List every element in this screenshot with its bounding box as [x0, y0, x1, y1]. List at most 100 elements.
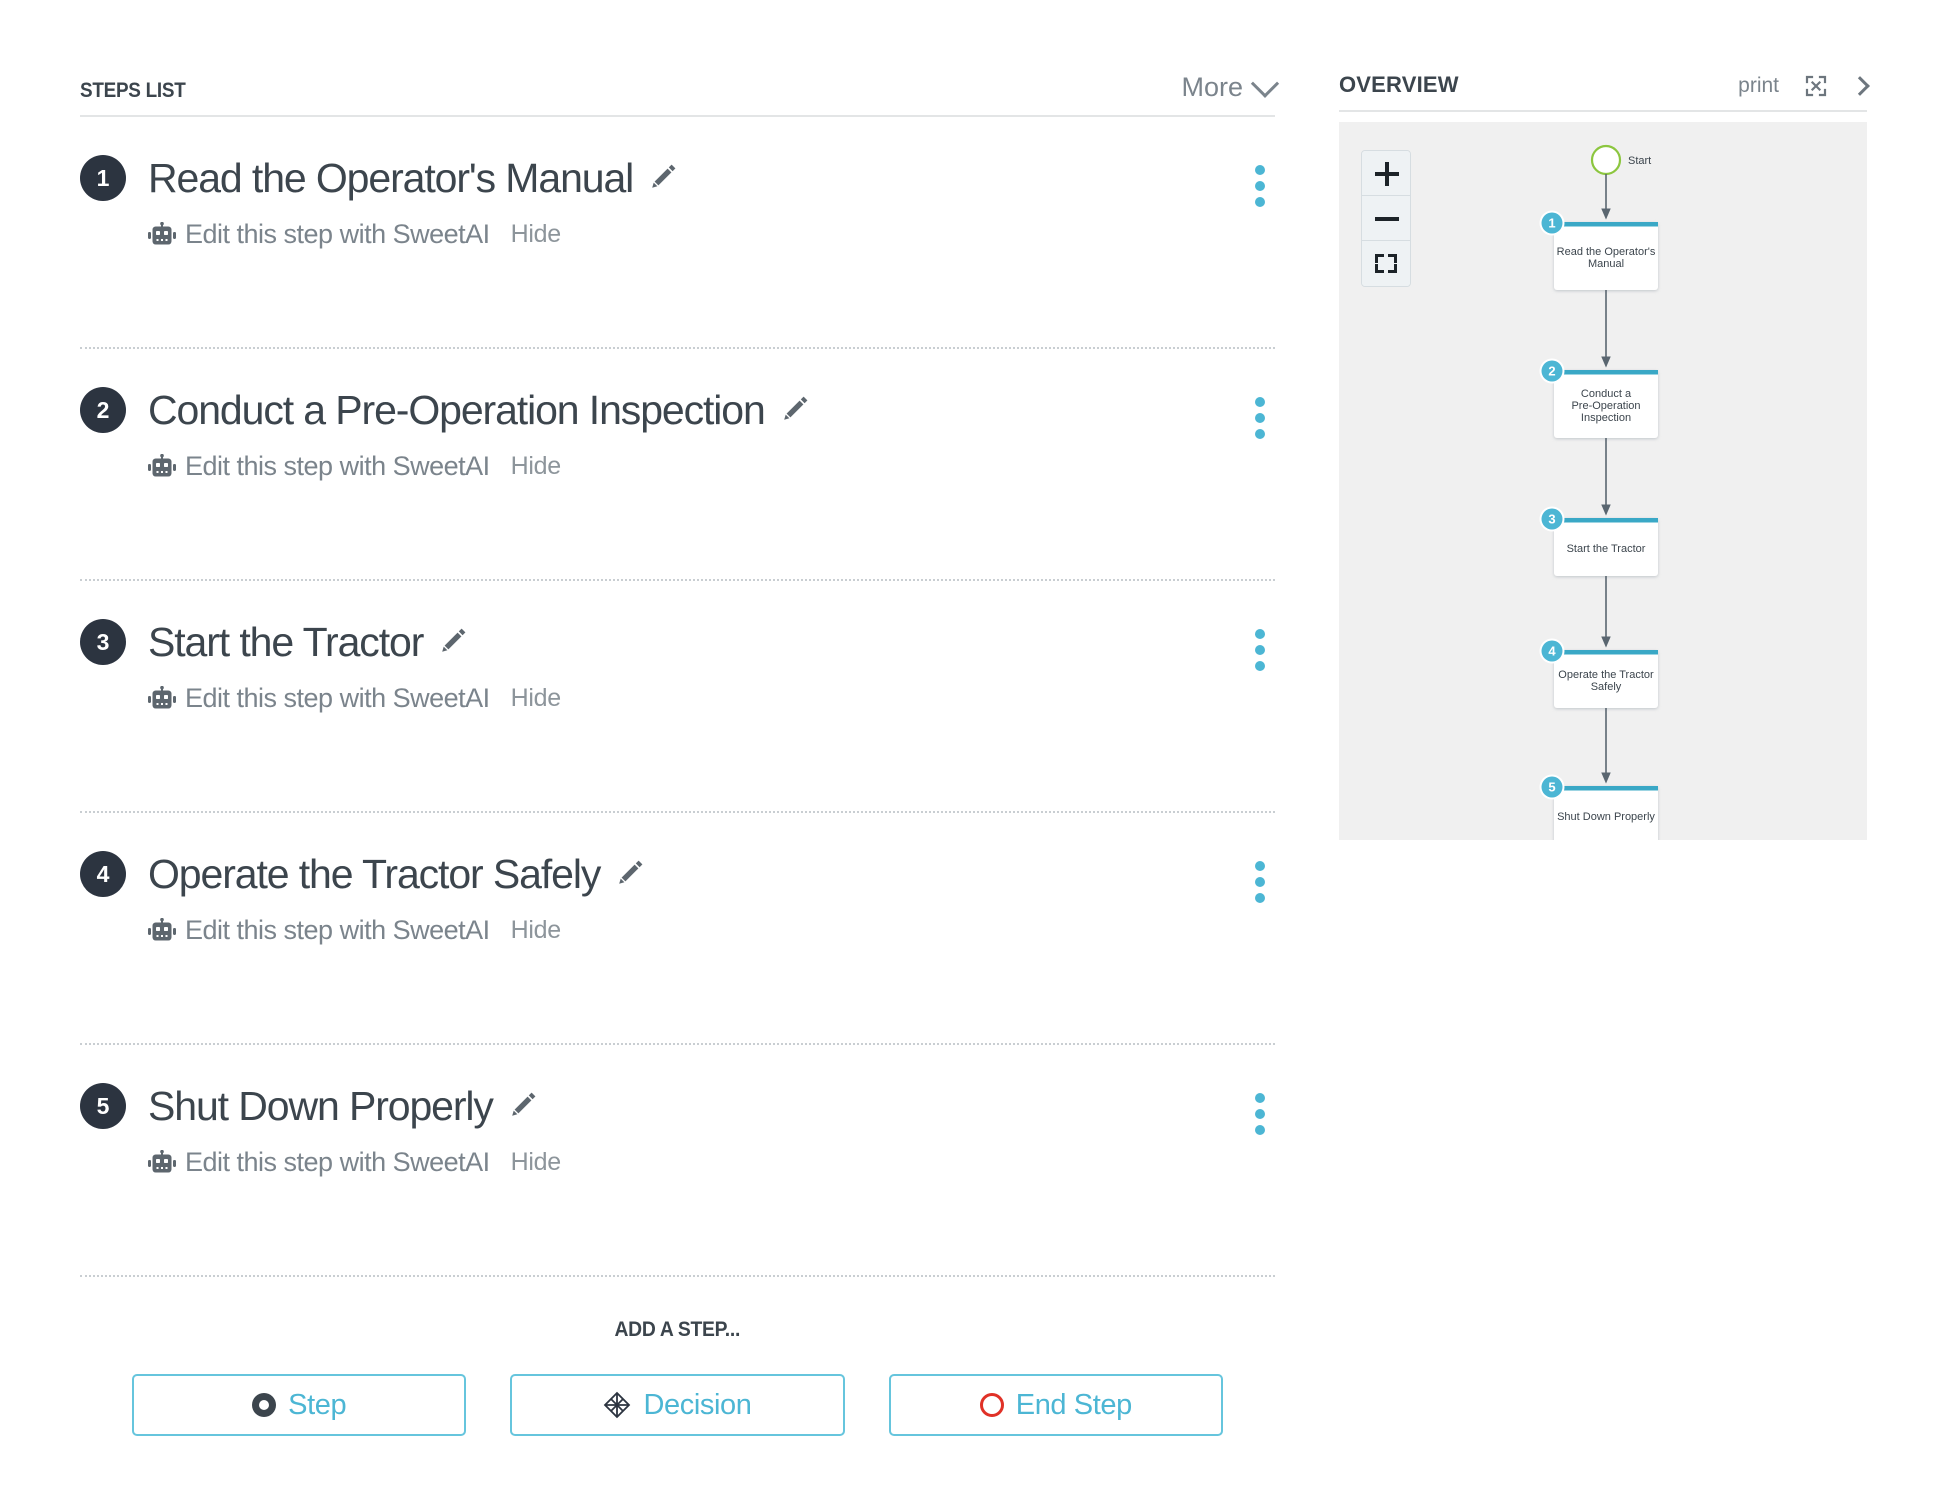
diamond-icon-svg [604, 1391, 631, 1419]
flow-start-node [1590, 144, 1622, 176]
edit-with-sweetai-link[interactable]: Edit this step with SweetAI [185, 1147, 490, 1178]
pencil-icon[interactable] [439, 625, 469, 660]
flow-node-label: Read the Operator's [1557, 246, 1656, 258]
fullscreen-expand-icon[interactable] [1805, 75, 1827, 97]
flow-node: 4Operate the TractorSafely [1539, 638, 1658, 708]
app-root: STEPS LIST More 1 Read the Operator's Man… [0, 0, 1952, 1494]
hide-link[interactable]: Hide [511, 452, 562, 481]
overview-panel: OVERVIEW print Start 1 Read the Operator… [1339, 72, 1870, 840]
flow-node-label: Shut Down Properly [1557, 811, 1655, 823]
step-row: 5 Shut Down Properly Edit this step with S… [80, 1045, 1275, 1277]
edit-with-sweetai-link[interactable]: Edit this step with SweetAI [185, 451, 490, 482]
add-step-button[interactable]: Step [132, 1374, 467, 1436]
step-title: Conduct a Pre-Operation Inspection [148, 386, 766, 433]
pencil-icon[interactable] [616, 857, 646, 892]
flowchart-diagram[interactable]: Start 1 Read the Operator'sManual 2 Conduct … [1339, 122, 1867, 840]
fit-to-screen-button[interactable] [1362, 241, 1410, 286]
pencil-icon[interactable] [509, 1089, 539, 1124]
flow-node-number: 4 [1548, 644, 1556, 659]
add-step-title: ADD A STEP... [614, 1318, 741, 1341]
step-sweetai-row: Edit this step with SweetAI Hide [148, 1147, 1275, 1178]
flow-node-number: 5 [1548, 780, 1555, 795]
flow-node-number: 3 [1548, 512, 1555, 527]
step-options-menu-icon[interactable] [1255, 861, 1265, 903]
flow-node: 1 Read the Operator'sManual [1539, 210, 1658, 290]
step-row: 1 Read the Operator's Manual Edit this ste… [80, 117, 1275, 349]
steps-list-header: STEPS LIST More [80, 69, 1280, 117]
step-dot-icon [252, 1393, 277, 1417]
pencil-icon-svg [512, 1092, 536, 1116]
flow-node-label: Start the Tractor [1567, 543, 1646, 555]
step-sweetai-row: Edit this step with SweetAI Hide [148, 915, 1275, 946]
step-options-menu-icon[interactable] [1255, 1093, 1265, 1135]
step-number-badge: 1 [80, 155, 126, 201]
flow-start-label: Start [1628, 155, 1651, 167]
step-number-badge: 5 [80, 1083, 126, 1129]
step-number: 4 [96, 860, 110, 887]
page-title: STEPS LIST [80, 79, 186, 102]
chevron-right-icon[interactable] [1850, 76, 1870, 96]
end-circle-icon [979, 1393, 1004, 1417]
edit-with-sweetai-link[interactable]: Edit this step with SweetAI [185, 219, 490, 250]
hide-link[interactable]: Hide [511, 1148, 562, 1177]
robot-icon [148, 453, 176, 480]
step-header: 1 Read the Operator's Manual [80, 117, 1275, 201]
edit-with-sweetai-link[interactable]: Edit this step with SweetAI [185, 683, 490, 714]
more-label: More [1181, 72, 1243, 102]
flow-node: 3 Start the Tractor [1539, 506, 1658, 576]
robot-icon [148, 221, 176, 248]
flow-node: 5 Shut Down Properly [1539, 774, 1658, 840]
chevron-down-icon [1250, 69, 1280, 98]
zoom-in-button[interactable] [1362, 151, 1410, 196]
step-sweetai-row: Edit this step with SweetAI Hide [148, 219, 1275, 250]
step-number: 5 [96, 1092, 110, 1119]
add-step-section: ADD A STEP... Step Decision End Step [80, 1318, 1275, 1436]
overview-header: OVERVIEW print [1339, 72, 1870, 112]
step-number-badge: 2 [80, 387, 126, 433]
overview-actions: print [1738, 74, 1870, 98]
flow-node-label: Operate the Tractor [1558, 669, 1654, 681]
flow-node: 2 Conduct aPre-OperationInspection [1539, 358, 1658, 438]
print-button[interactable]: print [1738, 74, 1779, 98]
hide-link[interactable]: Hide [511, 916, 562, 945]
pencil-icon[interactable] [781, 393, 811, 428]
flow-node-label: Conduct a [1581, 388, 1632, 400]
add-decision-button[interactable]: Decision [510, 1374, 845, 1436]
pencil-icon[interactable] [649, 161, 679, 196]
flow-node-label: Safely [1591, 681, 1622, 693]
hide-link[interactable]: Hide [511, 684, 562, 713]
edit-with-sweetai-link[interactable]: Edit this step with SweetAI [185, 915, 490, 946]
add-step-button-label: Step [288, 1388, 347, 1421]
step-row: 4 Operate the Tractor Safely Edit this ste… [80, 813, 1275, 1045]
robot-icon-svg [148, 453, 176, 476]
add-step-buttons: Step Decision End Step [80, 1374, 1275, 1436]
step-header: 2 Conduct a Pre-Operation Inspection [80, 349, 1275, 433]
pencil-icon-svg [652, 164, 676, 188]
robot-icon-svg [148, 221, 176, 244]
step-header: 3 Start the Tractor [80, 581, 1275, 665]
zoom-out-button[interactable] [1362, 196, 1410, 241]
more-button[interactable]: More [1181, 69, 1280, 103]
step-title: Start the Tractor [148, 618, 424, 665]
step-row: 2 Conduct a Pre-Operation Inspection Edit … [80, 349, 1275, 581]
step-header: 5 Shut Down Properly [80, 1045, 1275, 1129]
robot-icon [148, 1149, 176, 1176]
overview-canvas[interactable]: Start 1 Read the Operator's Manual 2 Conduct … [1339, 122, 1867, 840]
robot-icon-svg [148, 685, 176, 708]
robot-icon [148, 917, 176, 944]
step-number: 3 [96, 628, 110, 655]
flow-node-number: 1 [1548, 216, 1555, 231]
pencil-icon-svg [619, 860, 643, 884]
flow-node-number: 2 [1548, 364, 1555, 379]
hide-link[interactable]: Hide [511, 220, 562, 249]
step-number-badge: 3 [80, 619, 126, 665]
step-options-menu-icon[interactable] [1255, 629, 1265, 671]
step-options-menu-icon[interactable] [1255, 165, 1265, 207]
robot-icon-svg [148, 1149, 176, 1172]
step-options-menu-icon[interactable] [1255, 397, 1265, 439]
step-title: Read the Operator's Manual [148, 154, 634, 201]
add-end-step-button[interactable]: End Step [888, 1374, 1223, 1436]
step-title: Shut Down Properly [148, 1082, 494, 1129]
pencil-icon-svg [783, 396, 808, 420]
robot-icon [148, 685, 176, 712]
